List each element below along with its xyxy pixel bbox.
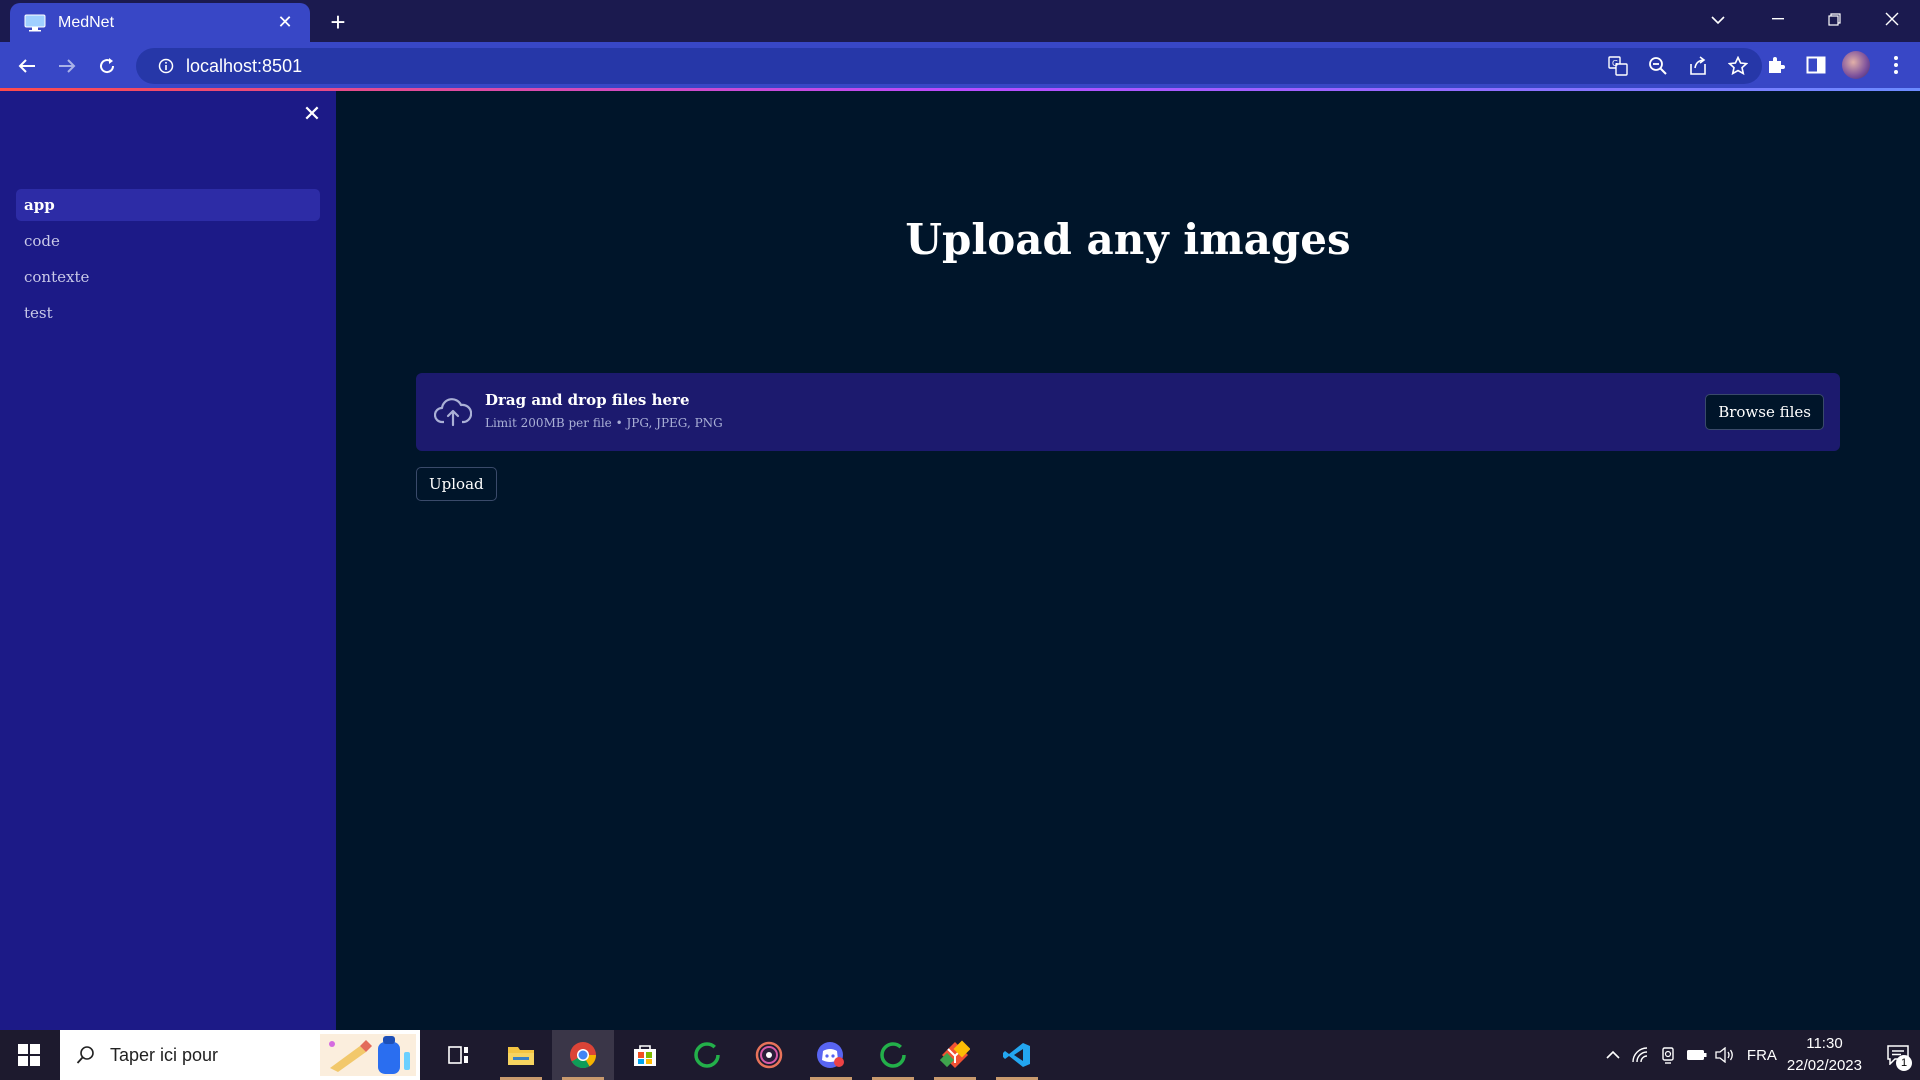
- sidebar-item-code[interactable]: code: [16, 225, 320, 257]
- cloud-upload-icon: [434, 398, 472, 427]
- tab-title: MedNet: [58, 13, 115, 31]
- clock-date: 22/02/2023: [1786, 1057, 1862, 1074]
- clock[interactable]: 11:30 22/02/2023: [1787, 1033, 1862, 1077]
- omnibox-actions: G: [1604, 54, 1752, 78]
- clock-time: 11:30: [1806, 1035, 1843, 1052]
- git-icon[interactable]: [924, 1030, 986, 1080]
- toolbar-right: [1762, 51, 1910, 79]
- browser-toolbar: localhost:8501 G: [0, 42, 1920, 88]
- extensions-icon[interactable]: [1762, 51, 1790, 79]
- tab-search-icon[interactable]: [1698, 7, 1738, 33]
- sidebar-nav: app code contexte test: [16, 189, 320, 333]
- taskbar-apps: [428, 1030, 1048, 1080]
- media-player-icon[interactable]: [738, 1030, 800, 1080]
- forward-arrow-icon[interactable]: [52, 51, 82, 81]
- svg-text:G: G: [1612, 59, 1618, 68]
- green-ring-app-2-icon[interactable]: [862, 1030, 924, 1080]
- search-placeholder: Taper ici pour: [110, 1044, 219, 1065]
- site-info-icon[interactable]: [148, 58, 184, 74]
- dropzone-instructions: Drag and drop files here: [485, 391, 690, 409]
- meet-now-icon[interactable]: [1655, 1040, 1683, 1070]
- sidebar: ✕ app code contexte test: [0, 91, 336, 1030]
- notification-badge: 1: [1896, 1055, 1912, 1071]
- address-bar[interactable]: localhost:8501 G: [136, 48, 1762, 84]
- sidebar-item-contexte[interactable]: contexte: [16, 261, 320, 293]
- sidebar-item-test[interactable]: test: [16, 297, 320, 329]
- new-tab-button[interactable]: +: [324, 9, 352, 37]
- close-icon[interactable]: [1863, 0, 1920, 38]
- search-icon: [74, 1043, 98, 1067]
- profile-avatar[interactable]: [1842, 51, 1870, 79]
- translate-icon[interactable]: G: [1604, 54, 1632, 78]
- file-dropzone[interactable]: Drag and drop files here Limit 200MB per…: [416, 373, 1840, 451]
- page-title: Upload any images: [905, 215, 1351, 264]
- green-ring-app-icon[interactable]: [676, 1030, 738, 1080]
- sidebar-item-label: test: [24, 304, 53, 322]
- sidebar-item-app[interactable]: app: [16, 189, 320, 221]
- chrome-icon[interactable]: [552, 1030, 614, 1080]
- task-view-icon[interactable]: [428, 1030, 490, 1080]
- dropzone-limit-text: Limit 200MB per file • JPG, JPEG, PNG: [485, 416, 723, 430]
- zoom-out-icon[interactable]: [1644, 54, 1672, 78]
- system-tray: FRA 11:30 22/02/2023 1: [1599, 1030, 1920, 1080]
- restore-icon[interactable]: [1806, 0, 1863, 38]
- taskbar-search-box[interactable]: Taper ici pour: [60, 1030, 420, 1080]
- notification-center-icon[interactable]: 1: [1876, 1030, 1920, 1080]
- volume-icon[interactable]: [1711, 1040, 1739, 1070]
- share-icon[interactable]: [1684, 54, 1712, 78]
- battery-icon[interactable]: [1683, 1040, 1711, 1070]
- menu-icon[interactable]: [1882, 51, 1910, 79]
- reload-icon[interactable]: [92, 51, 122, 81]
- sidebar-item-label: code: [24, 232, 60, 250]
- sidebar-item-label: app: [24, 196, 55, 214]
- taskbar: Taper ici pour FRA 11:30 22/02/2023 1: [0, 1030, 1920, 1080]
- vscode-icon[interactable]: [986, 1030, 1048, 1080]
- sidebar-close-icon[interactable]: ✕: [300, 101, 324, 126]
- tab-mednet[interactable]: MedNet ✕: [10, 3, 310, 42]
- star-icon[interactable]: [1724, 54, 1752, 78]
- monitor-icon: [24, 14, 46, 31]
- discord-icon[interactable]: [800, 1030, 862, 1080]
- wifi-icon[interactable]: [1627, 1040, 1655, 1070]
- upload-button[interactable]: Upload: [416, 467, 497, 501]
- ms-store-icon[interactable]: [614, 1030, 676, 1080]
- sidebar-item-label: contexte: [24, 268, 90, 286]
- url-text: localhost:8501: [186, 55, 303, 76]
- back-arrow-icon[interactable]: [12, 51, 42, 81]
- minimize-icon[interactable]: [1749, 0, 1806, 38]
- browser-tab-bar: MedNet ✕ +: [0, 0, 1920, 42]
- main-content: Upload any images Drag and drop files he…: [336, 91, 1920, 1030]
- input-language[interactable]: FRA: [1747, 1047, 1777, 1064]
- side-panel-icon[interactable]: [1802, 51, 1830, 79]
- file-explorer-icon[interactable]: [490, 1030, 552, 1080]
- browse-files-button[interactable]: Browse files: [1705, 394, 1824, 430]
- windows-start-icon[interactable]: [0, 1030, 58, 1080]
- search-highlight-illustration: [320, 1034, 416, 1076]
- window-controls: [1749, 0, 1920, 38]
- chevron-up-icon[interactable]: [1599, 1040, 1627, 1070]
- tab-close-icon[interactable]: ✕: [274, 12, 296, 34]
